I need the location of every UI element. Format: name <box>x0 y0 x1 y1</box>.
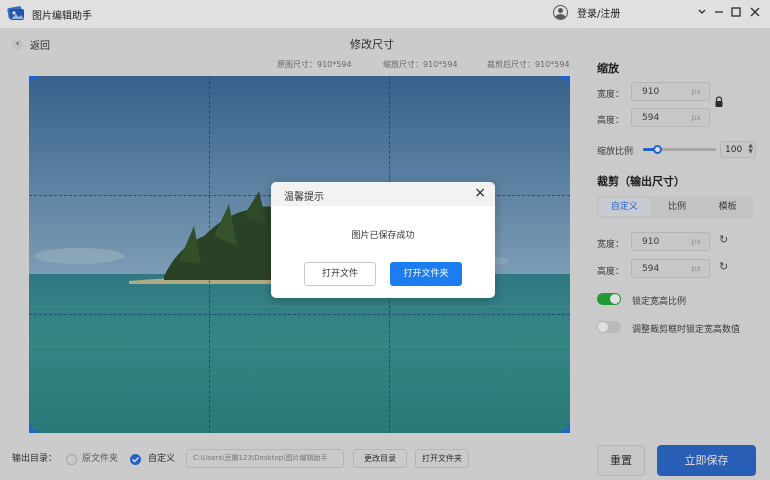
cropped-size-text: 裁剪后尺寸：910*594 <box>487 60 570 69</box>
scale-ratio-stepper[interactable]: 100 ▲ ▼ <box>720 141 756 158</box>
login-register-link[interactable]: 登录/注册 <box>577 5 620 20</box>
maximize-icon[interactable] <box>728 4 744 20</box>
refresh-icon[interactable]: ↻ <box>719 233 728 246</box>
crop-section-title: 裁剪（输出尺寸） <box>597 175 685 188</box>
scale-ratio-slider[interactable] <box>643 145 716 154</box>
refresh-icon[interactable]: ↻ <box>719 260 728 273</box>
crop-height-value: 594 <box>642 264 660 274</box>
crop-handle-bottom-right[interactable] <box>561 424 570 433</box>
crop-grid-line <box>29 314 570 315</box>
tab-ratio[interactable]: 比例 <box>652 196 703 218</box>
reset-button[interactable]: 重置 <box>597 445 645 476</box>
crop-height-label: 高度： <box>597 267 625 277</box>
adjust-lock-label: 调整裁剪框时锁定宽高数值 <box>632 325 741 335</box>
dialog-close-icon[interactable]: × <box>474 185 486 201</box>
change-dir-button[interactable]: 更改目录 <box>353 449 407 468</box>
back-button[interactable]: ‹ 返回 <box>12 37 50 52</box>
title-bar: 图片编辑助手 登录/注册 <box>0 0 770 28</box>
adjust-lock-toggle[interactable] <box>597 321 621 333</box>
crop-width-value: 910 <box>642 237 660 247</box>
tab-custom[interactable]: 自定义 <box>599 198 650 216</box>
unit-label: px <box>691 87 701 96</box>
scale-height-label: 高度： <box>597 116 625 126</box>
chevron-left-icon: ‹ <box>12 39 23 50</box>
radio-source-folder[interactable] <box>66 454 77 465</box>
user-login[interactable]: 登录/注册 <box>553 5 620 20</box>
radio-custom[interactable] <box>130 454 141 465</box>
save-success-dialog: 温馨提示 × 图片已保存成功 打开文件 打开文件夹 <box>271 182 495 298</box>
option-source-folder-label: 原文件夹 <box>82 454 119 464</box>
scale-height-value: 594 <box>642 113 660 123</box>
crop-handle-bottom-left[interactable] <box>29 424 38 433</box>
scale-ratio-value: 100 <box>725 145 743 155</box>
dialog-title: 温馨提示 <box>284 192 324 203</box>
back-label: 返回 <box>30 41 50 52</box>
option-custom-label: 自定义 <box>148 454 176 464</box>
crop-width-label: 宽度： <box>597 240 625 250</box>
settings-panel: 缩放 宽度： 910 px 高度： 594 px 缩放比例 100 ▲ ▼ 裁剪（… <box>583 28 770 480</box>
unit-label: px <box>691 237 701 246</box>
open-file-button[interactable]: 打开文件 <box>304 262 376 286</box>
crop-handle-top-right[interactable] <box>561 76 570 85</box>
unit-label: px <box>691 113 701 122</box>
crop-height-input[interactable]: 594 px <box>631 259 710 278</box>
lock-ratio-label: 锁定宽高比例 <box>632 297 687 307</box>
page-title: 修改尺寸 <box>350 38 394 51</box>
scale-width-value: 910 <box>642 87 660 97</box>
user-icon <box>553 5 568 20</box>
minimize-icon[interactable] <box>711 4 727 20</box>
scale-width-label: 宽度： <box>597 90 625 100</box>
scale-ratio-label: 缩放比例 <box>597 147 634 157</box>
scaled-size-text: 缩放尺寸：910*594 <box>383 60 458 69</box>
help-icon[interactable] <box>694 4 710 20</box>
output-dir-label: 输出目录： <box>12 454 58 464</box>
scale-height-input[interactable]: 594 px <box>631 108 710 127</box>
lock-icon[interactable] <box>714 96 724 108</box>
unit-label: px <box>691 264 701 273</box>
save-now-button[interactable]: 立即保存 <box>657 445 756 476</box>
toggle-knob <box>610 294 620 304</box>
app-title: 图片编辑助手 <box>32 11 92 22</box>
open-folder-button[interactable]: 打开文件夹 <box>415 449 469 468</box>
close-icon[interactable] <box>747 4 763 20</box>
lock-ratio-toggle[interactable] <box>597 293 621 305</box>
app-logo-icon <box>7 6 24 20</box>
crop-width-input[interactable]: 910 px <box>631 232 710 251</box>
crop-handle-top-left[interactable] <box>29 76 38 85</box>
dialog-header: 温馨提示 × <box>271 182 495 206</box>
output-path-field[interactable]: C:\Users\豆瓣123\Desktop\图片编辑助手 <box>186 449 344 468</box>
scale-section-title: 缩放 <box>597 62 619 75</box>
slider-thumb[interactable] <box>653 145 663 154</box>
crop-grid-line <box>209 76 210 433</box>
dialog-message: 图片已保存成功 <box>351 231 415 241</box>
scale-width-input[interactable]: 910 px <box>631 82 710 101</box>
toggle-knob <box>598 322 608 332</box>
tab-template[interactable]: 模板 <box>702 196 753 218</box>
check-icon <box>132 457 140 463</box>
original-size-text: 原图尺寸：910*594 <box>277 60 352 69</box>
stepper-arrows-icon[interactable]: ▲ ▼ <box>748 143 753 155</box>
dialog-open-folder-button[interactable]: 打开文件夹 <box>390 262 462 286</box>
crop-tabs: 自定义 比例 模板 <box>597 196 753 218</box>
